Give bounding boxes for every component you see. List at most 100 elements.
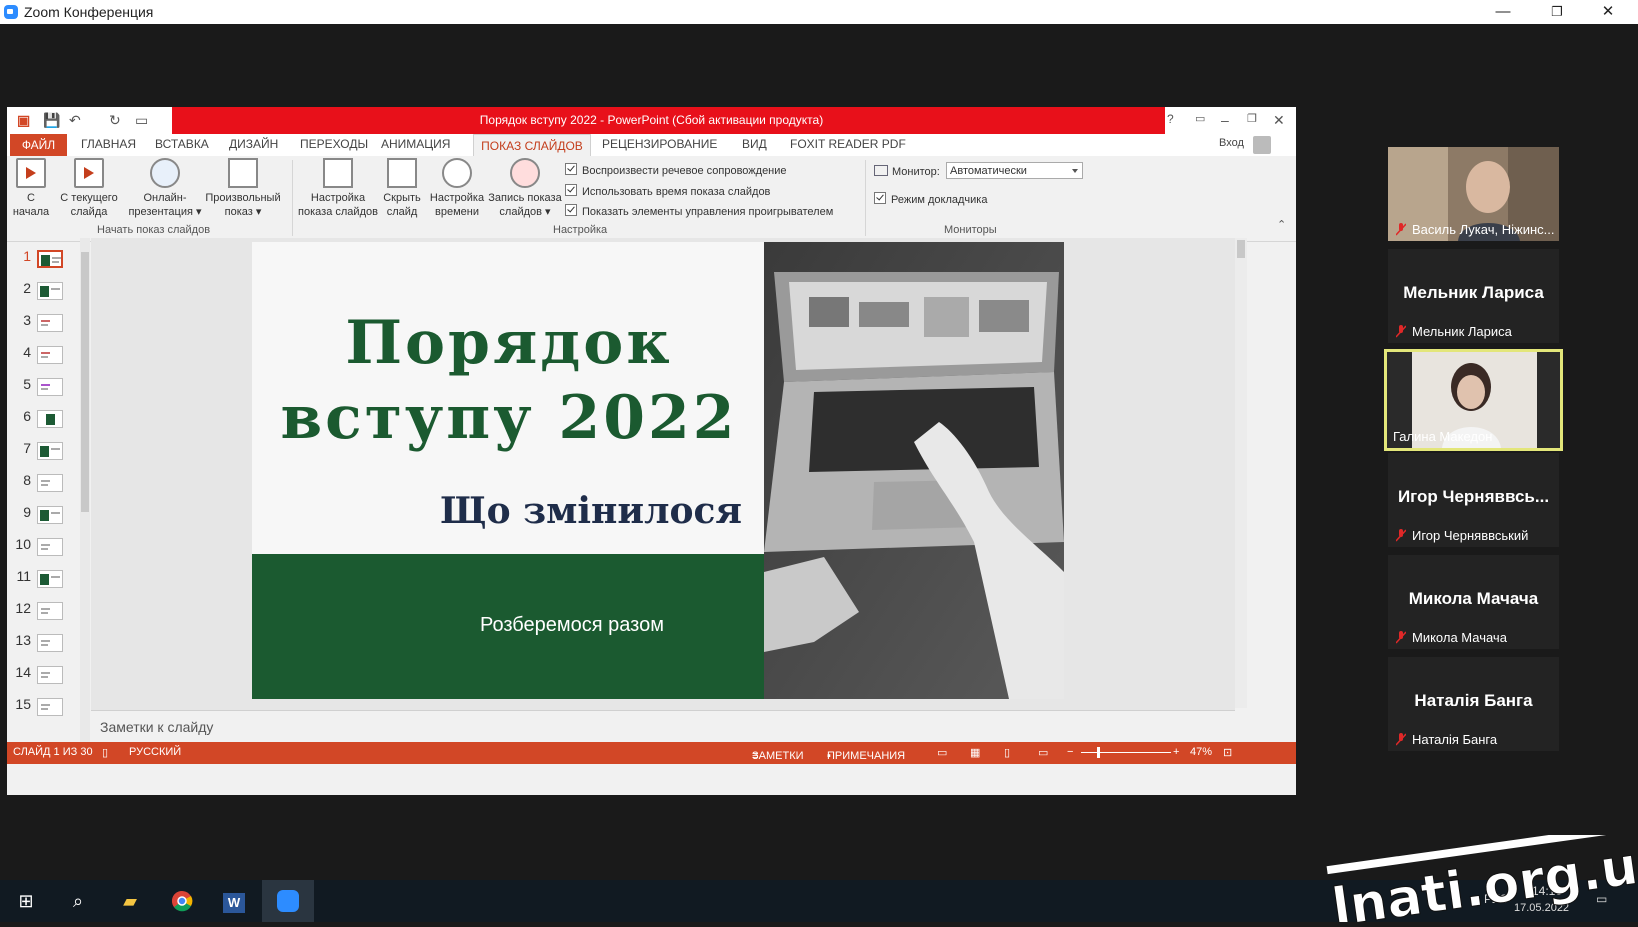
- monitor-select[interactable]: Автоматически: [946, 162, 1083, 179]
- slide-thumbnail[interactable]: 7: [7, 440, 87, 470]
- word-icon[interactable]: W: [208, 880, 260, 922]
- tab-review[interactable]: РЕЦЕНЗИРОВАНИЕ: [602, 137, 717, 151]
- presenter-view-label: Режим докладчика: [891, 194, 988, 206]
- thumbnail-image: [37, 538, 63, 556]
- chrome-icon[interactable]: [156, 880, 208, 922]
- minimize-button[interactable]: —: [1480, 0, 1526, 24]
- tab-insert[interactable]: ВСТАВКА: [155, 137, 209, 151]
- notes-pane[interactable]: Заметки к слайду: [91, 710, 1235, 741]
- zoom-slider-thumb[interactable]: [1097, 747, 1100, 758]
- zoom-in-icon[interactable]: +: [1173, 746, 1179, 758]
- slide-thumbnail[interactable]: 8: [7, 472, 87, 502]
- sign-in-link[interactable]: Вход: [1219, 137, 1244, 149]
- tab-animation[interactable]: АНИМАЦИЯ: [381, 137, 450, 151]
- slide-thumbnail[interactable]: 13: [7, 632, 87, 662]
- checkbox-checked-icon: [565, 204, 577, 216]
- thumbnail-image: [37, 314, 63, 332]
- slide-thumbnail[interactable]: 2: [7, 280, 87, 310]
- play-narrations-checkbox[interactable]: Воспроизвести речевое сопровождение: [565, 163, 787, 177]
- thumbnails-scrollbar[interactable]: [80, 238, 90, 742]
- ribbon-slide-show: С начала С текущего слайда Онлайн- презе…: [7, 156, 1296, 242]
- participant-tile[interactable]: Василь Лукач, Ніжинс...: [1388, 147, 1559, 241]
- zoom-taskbar-icon[interactable]: [262, 880, 314, 922]
- ppt-minimize-icon[interactable]: –: [1221, 112, 1229, 128]
- slide-thumbnail[interactable]: 15: [7, 696, 87, 726]
- collapse-ribbon-icon[interactable]: ⌃: [1277, 218, 1286, 231]
- ribbon-tabs: ФАЙЛ ГЛАВНАЯ ВСТАВКА ДИЗАЙН ПЕРЕХОДЫ АНИ…: [7, 134, 1296, 156]
- from-beginning-button[interactable]: С начала: [11, 158, 51, 219]
- slide-title-line-1: Порядок: [345, 308, 673, 378]
- slide-footer-text: Розберемося разом: [479, 614, 664, 636]
- scrollbar-thumb[interactable]: [1237, 240, 1245, 258]
- rehearse-timings-button[interactable]: Настройка времени: [429, 158, 485, 219]
- zoom-level[interactable]: 47%: [1190, 746, 1212, 758]
- clock-date[interactable]: 17.05.2022: [1514, 902, 1569, 914]
- ribbon-options-icon[interactable]: ▭: [1195, 112, 1205, 125]
- presenter-view-checkbox[interactable]: Режим докладчика: [874, 192, 987, 206]
- windows-start-icon[interactable]: ⊞: [0, 880, 52, 922]
- clock-time[interactable]: 14:16: [1532, 884, 1562, 898]
- slide-thumbnail[interactable]: 5: [7, 376, 87, 406]
- slide-thumbnail[interactable]: 12: [7, 600, 87, 630]
- help-button[interactable]: ?: [1167, 112, 1174, 126]
- zoom-out-icon[interactable]: −: [1067, 746, 1073, 758]
- zoom-slider[interactable]: [1081, 752, 1171, 753]
- slide-sorter-icon[interactable]: ▦: [970, 746, 980, 759]
- search-icon[interactable]: ⌕: [52, 880, 104, 922]
- slide-thumbnail[interactable]: 11: [7, 568, 87, 598]
- slide-scrollbar[interactable]: [1235, 238, 1247, 708]
- ppt-restore-icon[interactable]: ❐: [1247, 112, 1257, 125]
- custom-show-button[interactable]: Произвольный показ ▾: [203, 158, 283, 219]
- file-explorer-icon[interactable]: ▰: [104, 880, 156, 922]
- ppt-close-icon[interactable]: ✕: [1273, 112, 1285, 129]
- thumbnail-image: [37, 282, 63, 300]
- slide-thumbnail[interactable]: 4: [7, 344, 87, 374]
- language-indicator[interactable]: РУССКИЙ: [129, 746, 181, 758]
- reading-view-icon[interactable]: ▯: [1004, 746, 1010, 759]
- tab-slide-show[interactable]: ПОКАЗ СЛАЙДОВ: [473, 134, 591, 156]
- slide-thumbnail[interactable]: 10: [7, 536, 87, 566]
- participant-tile[interactable]: Игор Черняввсь... Игор Черняввський: [1388, 453, 1559, 547]
- restore-button[interactable]: ❐: [1534, 0, 1580, 24]
- group-start-show: Начать показ слайдов: [97, 224, 211, 236]
- participant-tile[interactable]: Микола Мачача Микола Мачача: [1388, 555, 1559, 649]
- notification-icon[interactable]: ▭: [1596, 892, 1607, 906]
- slide-thumbnail[interactable]: 1: [7, 248, 87, 278]
- ppt-title-bar: ▣ 💾 ↶ ↻ ▭ Порядок вступу 2022 - PowerPoi…: [7, 107, 1296, 134]
- slide-thumbnail[interactable]: 3: [7, 312, 87, 342]
- tab-transitions[interactable]: ПЕРЕХОДЫ: [300, 137, 368, 151]
- online-presentation-button[interactable]: Онлайн- презентация ▾: [127, 158, 203, 219]
- fit-to-window-icon[interactable]: ⊡: [1223, 746, 1232, 759]
- from-current-button[interactable]: С текущего слайда: [53, 158, 125, 219]
- spellcheck-icon[interactable]: ▯: [102, 746, 108, 759]
- tray-language[interactable]: РУС: [1484, 892, 1508, 906]
- record-show-button[interactable]: Запись показа слайдов ▾: [487, 158, 563, 219]
- close-button[interactable]: ✕: [1585, 0, 1631, 24]
- checkbox-checked-icon: [565, 184, 577, 196]
- tab-foxit[interactable]: FOXIT READER PDF: [790, 137, 906, 151]
- slide-thumbnail[interactable]: 14: [7, 664, 87, 694]
- slideshow-view-icon[interactable]: ▭: [1038, 746, 1048, 759]
- participant-name: Микола Мачача: [1412, 630, 1507, 645]
- tab-home[interactable]: ГЛАВНАЯ: [81, 137, 136, 151]
- muted-mic-icon: [1396, 529, 1406, 542]
- user-avatar-icon[interactable]: [1253, 136, 1271, 154]
- use-timings-checkbox[interactable]: Использовать время показа слайдов: [565, 184, 770, 198]
- status-bar: СЛАЙД 1 ИЗ 30 ▯ РУССКИЙ ≡ ЗАМЕТКИ ▪ ПРИМ…: [7, 742, 1296, 764]
- hide-slide-button[interactable]: Скрыть слайд: [381, 158, 423, 219]
- scrollbar-thumb[interactable]: [81, 252, 89, 512]
- show-media-controls-checkbox[interactable]: Показать элементы управления проигрывате…: [565, 204, 833, 218]
- normal-view-icon[interactable]: ▭: [937, 746, 947, 759]
- tab-view[interactable]: ВИД: [742, 137, 767, 151]
- slide-thumbnail[interactable]: 9: [7, 504, 87, 534]
- thumbnail-number: 6: [23, 408, 31, 424]
- participant-tile-active-speaker[interactable]: Галина Македон: [1384, 349, 1563, 451]
- slide-thumbnail[interactable]: 6: [7, 408, 87, 438]
- participant-tile[interactable]: Наталія Банга Наталія Банга: [1388, 657, 1559, 751]
- tab-design[interactable]: ДИЗАЙН: [229, 137, 278, 151]
- setup-show-button[interactable]: Настройка показа слайдов: [297, 158, 379, 219]
- muted-mic-icon: [1396, 223, 1406, 236]
- zoom-title-bar: Zoom Конференция — ❐ ✕: [0, 0, 1638, 24]
- participant-tile[interactable]: Мельник Лариса Мельник Лариса: [1388, 249, 1559, 343]
- tab-file[interactable]: ФАЙЛ: [10, 134, 67, 156]
